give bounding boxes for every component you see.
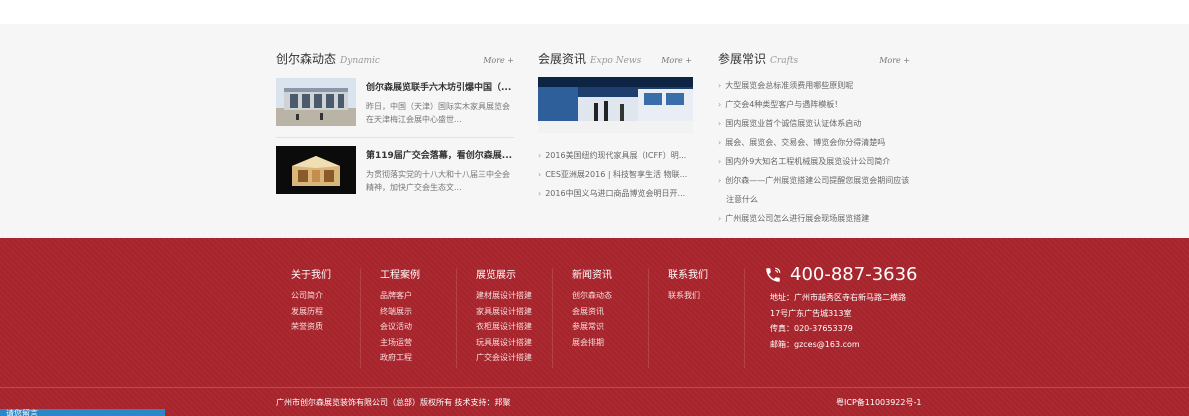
footer-link[interactable]: 品牌客户 <box>380 288 420 304</box>
dynamic-column: 创尔森动态 Dynamic More + 创尔森展览联手六木坊引爆中国（... 昨… <box>276 50 514 194</box>
footer-link[interactable]: 联系我们 <box>668 288 708 304</box>
footer-divider <box>552 268 553 368</box>
leave-message-tab[interactable]: 请您留言 <box>0 409 165 416</box>
footer-divider <box>648 268 649 368</box>
footer-column-heading: 工程案例 <box>380 270 420 281</box>
fax-text: 传真：020-37653379 <box>770 324 853 333</box>
footer-divider-line <box>0 387 1189 388</box>
expo-title-en: Expo News <box>590 56 642 66</box>
footer-column-heading: 联系我们 <box>668 270 708 281</box>
footer-link[interactable]: 家具展设计搭建 <box>476 304 532 320</box>
dynamic-item-title[interactable]: 第119届广交会落幕，看创尔森展... <box>366 148 514 161</box>
booth-thumbnail[interactable] <box>276 146 356 194</box>
footer-link[interactable]: 会议活动 <box>380 319 420 335</box>
crafts-more-link[interactable]: More + <box>879 56 910 65</box>
divider <box>276 137 514 138</box>
footer-link[interactable]: 广交会设计搭建 <box>476 350 532 366</box>
top-strip <box>0 0 1189 24</box>
crafts-column: 参展常识Crafts More + 大型展览会总标准须费用哪些原则呢 广交会4种… <box>718 50 910 223</box>
copyright-text: 广州市创尔森展览装饰有限公司（总部）版权所有 技术支持：邦聚 <box>276 398 511 407</box>
hotline: 400-887-3636 <box>764 264 918 285</box>
address-text: 地址：广州市越秀区寺右新马路二横路17号广东广告城313室 <box>770 293 906 318</box>
footer-link[interactable]: 衣柜展设计搭建 <box>476 319 532 335</box>
footer-column-heading: 展览展示 <box>476 270 516 281</box>
dynamic-item-desc: 为贯彻落实党的十八大和十八届三中全会精神，加快广交会生态文... <box>366 170 510 192</box>
footer-column-about: 关于我们 公司简介 发展历程 荣誉资质 <box>291 266 331 335</box>
crafts-title-text: 参展常识 <box>718 52 767 66</box>
expo-title-text: 会展资讯 <box>538 52 587 66</box>
footer-link[interactable]: 展会排期 <box>572 335 612 351</box>
expo-booth-image[interactable] <box>538 77 693 133</box>
dynamic-title: 创尔森动态 Dynamic <box>276 50 380 67</box>
crafts-item[interactable]: 广州展览公司怎么进行展会现场展览搭建 <box>718 209 910 228</box>
email-text: 邮箱：gzces@163.com <box>770 339 860 349</box>
hotline-number: 400-887-3636 <box>790 264 918 285</box>
expo-news-column: 会展资讯Expo News More + 2016美国纽约现代家具展（ICFF）… <box>538 50 693 198</box>
expo-news-item[interactable]: CES亚洲展2016 | 科技智享生活 物联... <box>538 165 698 184</box>
dynamic-item-desc: 昨日，中国（天津）国际实木家具展览会在天津梅江会展中心盛世... <box>366 102 510 124</box>
footer-link[interactable]: 会展资讯 <box>572 304 612 320</box>
crafts-item[interactable]: 国内外9大知名工程机械展及展览设计公司简介 <box>718 152 910 171</box>
footer-link[interactable]: 参展常识 <box>572 319 612 335</box>
crafts-title: 参展常识 Crafts <box>718 50 798 67</box>
expo-header: 会展资讯 Expo News More + <box>538 50 692 70</box>
footer-column-heading: 新闻资讯 <box>572 270 612 281</box>
footer-link[interactable]: 主场运营 <box>380 335 420 351</box>
crafts-item[interactable]: 广交会4种类型客户与遇阵模板！ <box>718 95 910 114</box>
footer-divider <box>456 268 457 368</box>
crafts-item[interactable]: 展会、展览会、交易会、博览会你分得清楚吗 <box>718 133 910 152</box>
crafts-item[interactable]: 大型展览会总标准须费用哪些原则呢 <box>718 76 910 95</box>
footer-link[interactable]: 公司简介 <box>291 288 331 304</box>
dynamic-more-link[interactable]: More + <box>483 56 514 65</box>
footer-column-heading: 关于我们 <box>291 270 331 281</box>
footer-link[interactable]: 创尔森动态 <box>572 288 612 304</box>
footer-link[interactable]: 终端展示 <box>380 304 420 320</box>
expo-news-item[interactable]: 2016中国义乌进口商品博览会明日开... <box>538 184 698 203</box>
expo-news-item[interactable]: 2016美国纽约现代家具展（ICFF）明... <box>538 146 698 165</box>
icp-link[interactable]: 粤ICP备11003922号-1 <box>836 397 921 408</box>
phone-icon <box>766 267 781 282</box>
footer-column-cases: 工程案例 品牌客户 终端展示 会议活动 主场运营 政府工程 <box>380 266 420 366</box>
crafts-header: 参展常识 Crafts More + <box>718 50 910 70</box>
dynamic-title-text: 创尔森动态 <box>276 52 337 66</box>
crafts-item[interactable]: 创尔森——广州展览搭建公司提醒您展览会期间应该注意什么 <box>718 171 910 209</box>
dynamic-header: 创尔森动态 Dynamic More + <box>276 50 514 70</box>
expo-hall-thumbnail[interactable] <box>276 78 356 126</box>
dynamic-title-en: Dynamic <box>340 56 380 66</box>
footer-link[interactable]: 建材展设计搭建 <box>476 288 532 304</box>
footer-divider <box>360 268 361 368</box>
footer-link[interactable]: 玩具展设计搭建 <box>476 335 532 351</box>
footer-divider <box>744 268 745 368</box>
footer-link[interactable]: 荣誉资质 <box>291 319 331 335</box>
expo-news-list: 2016美国纽约现代家具展（ICFF）明... CES亚洲展2016 | 科技智… <box>538 146 698 203</box>
expo-title: 会展资讯 Expo News <box>538 50 641 67</box>
expo-more-link[interactable]: More + <box>661 56 692 65</box>
crafts-list: 大型展览会总标准须费用哪些原则呢 广交会4种类型客户与遇阵模板！ 国内展览业首个… <box>718 76 910 228</box>
dynamic-item[interactable]: 第119届广交会落幕，看创尔森展... 为贯彻落实党的十八大和十八届三中全会精神… <box>276 146 514 198</box>
crafts-item[interactable]: 国内展览业首个诚信展览认证体系启动 <box>718 114 910 133</box>
footer-column-news: 新闻资讯 创尔森动态 会展资讯 参展常识 展会排期 <box>572 266 612 350</box>
contact-info: 地址：广州市越秀区寺右新马路二横路17号广东广告城313室 传真：020-376… <box>770 290 910 352</box>
footer-link[interactable]: 发展历程 <box>291 304 331 320</box>
footer-column-contact: 联系我们 联系我们 <box>668 266 708 304</box>
footer-column-exhibitions: 展览展示 建材展设计搭建 家具展设计搭建 衣柜展设计搭建 玩具展设计搭建 广交会… <box>476 266 532 366</box>
dynamic-item[interactable]: 创尔森展览联手六木坊引爆中国（... 昨日，中国（天津）国际实木家具展览会在天津… <box>276 78 514 130</box>
dynamic-item-title[interactable]: 创尔森展览联手六木坊引爆中国（... <box>366 80 514 93</box>
footer-link[interactable]: 政府工程 <box>380 350 420 366</box>
site-footer: 关于我们 公司简介 发展历程 荣誉资质 工程案例 品牌客户 终端展示 会议活动 … <box>0 238 1189 416</box>
crafts-title-en: Crafts <box>770 56 799 66</box>
